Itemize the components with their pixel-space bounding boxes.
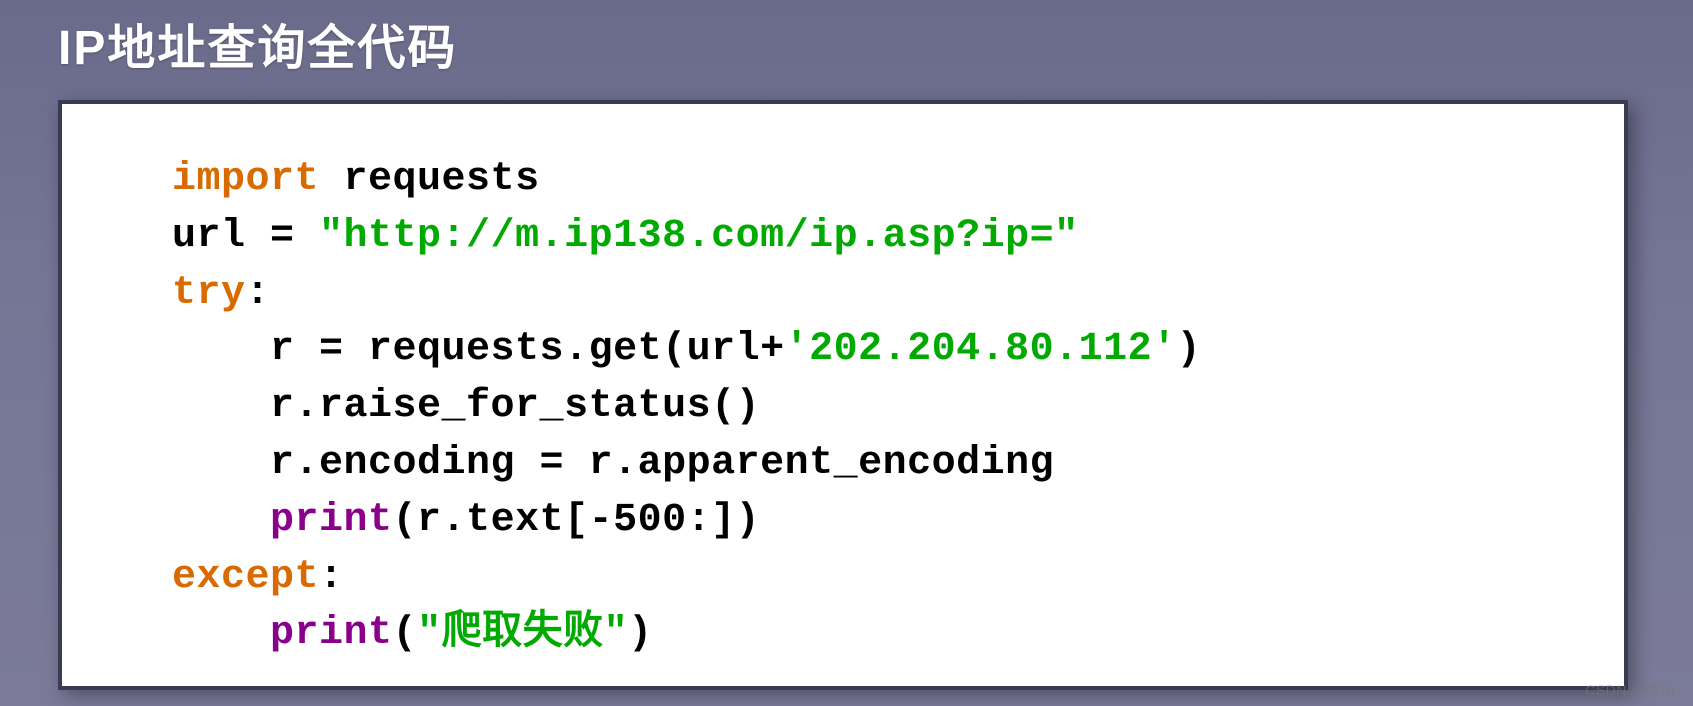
slide: IP地址查询全代码 import requests url = "http://… — [0, 0, 1693, 706]
code-text: ( — [393, 611, 418, 656]
code-box: import requests url = "http://m.ip138.co… — [58, 100, 1628, 690]
code-text: url = — [172, 214, 319, 259]
kw-except: except — [172, 555, 319, 600]
string-literal: '202.204.80.112' — [785, 327, 1177, 372]
kw-print: print — [270, 611, 393, 656]
string-literal: "爬取失败" — [417, 611, 628, 656]
string-literal: "http://m.ip138.com/ip.asp?ip=" — [319, 214, 1079, 259]
code-text: requests — [319, 157, 540, 202]
code-text: r.raise_for_status() — [270, 384, 760, 429]
code-text: ) — [1177, 327, 1202, 372]
code-text: (r.text[-500:]) — [393, 498, 761, 543]
code-text: r = requests.get(url+ — [270, 327, 785, 372]
code-text: ) — [628, 611, 653, 656]
code-block: import requests url = "http://m.ip138.co… — [172, 152, 1624, 663]
kw-print: print — [270, 498, 393, 543]
kw-import: import — [172, 157, 319, 202]
slide-title: IP地址查询全代码 — [0, 0, 1693, 96]
watermark: CSDN @嗯诺 — [1585, 680, 1675, 700]
code-text: : — [319, 555, 344, 600]
kw-try: try — [172, 271, 246, 316]
code-text: r.encoding = r.apparent_encoding — [270, 441, 1054, 486]
code-text: : — [246, 271, 271, 316]
